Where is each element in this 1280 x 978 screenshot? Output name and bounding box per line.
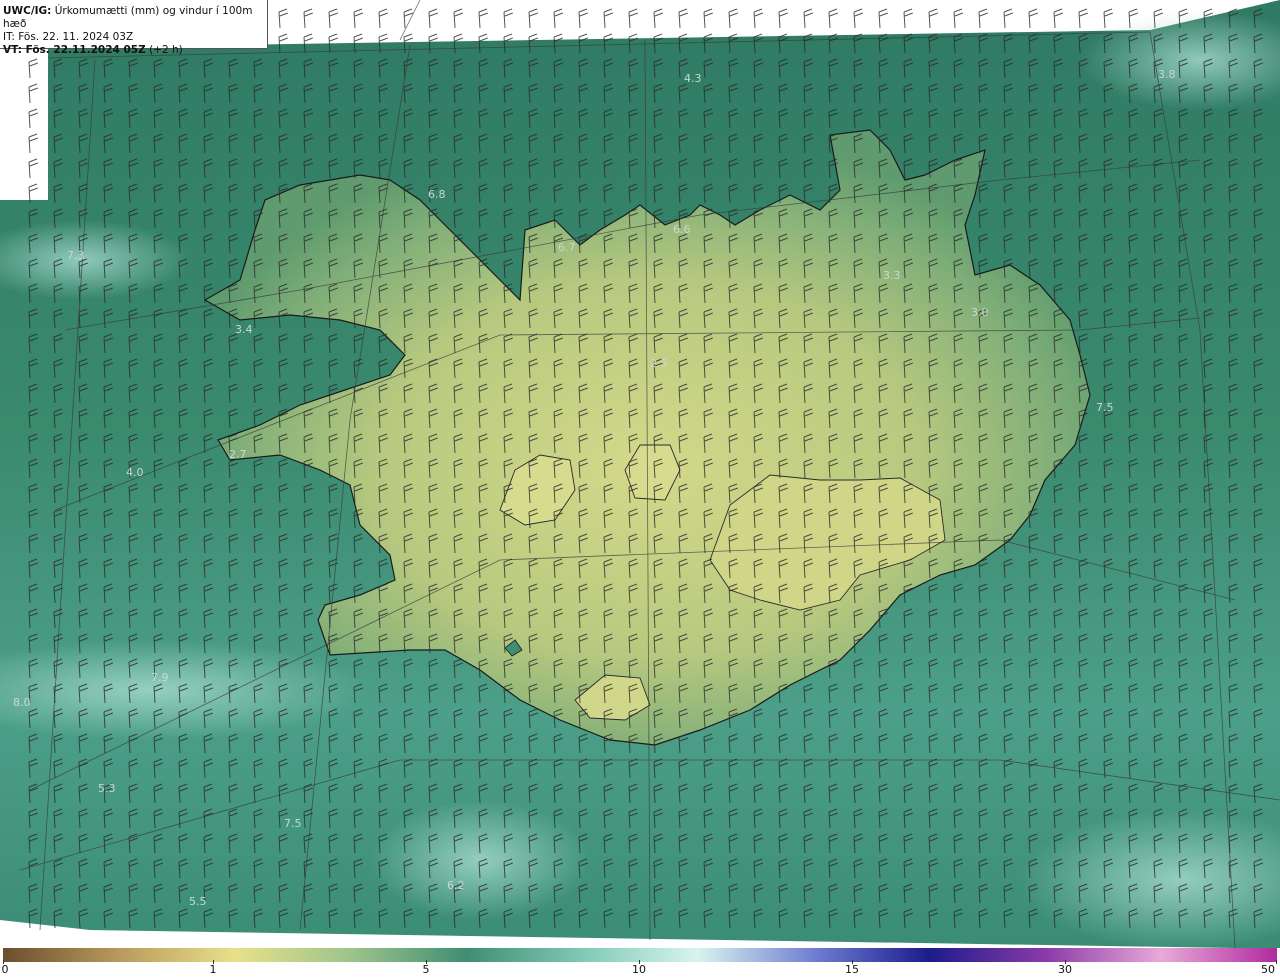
initial-time: IT: Fös. 22. 11. 2024 03Z xyxy=(3,31,134,43)
precip-value-label: 3.4 xyxy=(235,323,253,336)
precipitation-wind-map[interactable]: 4.3 3.8 6.8 7.3 6.7 6.6 3.3 3.0 3.4 2.5 … xyxy=(0,0,1280,948)
precip-value-label: 3.3 xyxy=(883,269,901,282)
colorbar-legend: 0 1 5 10 15 30 50 xyxy=(0,948,1280,978)
colorbar-strip xyxy=(3,948,1277,962)
precip-value-label: 6.6 xyxy=(673,223,691,236)
wind-barb xyxy=(378,8,388,29)
wind-barb xyxy=(828,8,838,29)
wind-barb xyxy=(578,8,588,29)
wind-barb xyxy=(478,8,488,29)
wind-barb xyxy=(278,8,288,29)
precip-value-label: 3.0 xyxy=(971,306,989,319)
wind-barb xyxy=(653,8,663,29)
colorbar-tick-label: 30 xyxy=(1058,963,1072,976)
map-canvas: 4.3 3.8 6.8 7.3 6.7 6.6 3.3 3.0 3.4 2.5 … xyxy=(0,0,1280,948)
wind-barb xyxy=(553,8,563,29)
wind-barb xyxy=(328,8,338,29)
model-label: UWC/IG: xyxy=(3,5,52,17)
wind-barb xyxy=(1028,8,1038,29)
wind-barb xyxy=(728,8,738,29)
wind-barb xyxy=(1053,8,1063,29)
map-title-box: UWC/IG: Úrkomumætti (mm) og vindur í 100… xyxy=(0,0,268,56)
wind-barb xyxy=(353,8,363,29)
wind-barb xyxy=(878,8,888,29)
precip-value-label: 7.5 xyxy=(284,817,302,830)
colorbar-tick-label: 0 xyxy=(1,963,9,976)
wind-barb xyxy=(1078,8,1088,29)
precip-value-label: 5.5 xyxy=(189,895,207,908)
precip-value-label: 4.3 xyxy=(684,72,702,85)
wind-barb xyxy=(703,8,713,29)
wind-barb xyxy=(603,8,613,29)
wind-barb xyxy=(853,8,863,29)
wind-barb xyxy=(303,8,313,29)
wind-barb xyxy=(1003,8,1013,29)
colorbar-tick-label: 15 xyxy=(845,963,859,976)
colorbar-tick-label: 1 xyxy=(209,963,217,976)
forecast-offset: (+2 h) xyxy=(145,44,183,56)
precip-value-label: 6.8 xyxy=(428,188,446,201)
wind-barb xyxy=(528,8,538,29)
precip-value-label: 8.0 xyxy=(13,696,31,709)
wind-barb xyxy=(978,8,988,29)
wind-barb xyxy=(928,8,938,29)
colorbar-tick-label: 10 xyxy=(632,963,646,976)
wind-barb xyxy=(628,8,638,29)
precip-value-label: 6.7 xyxy=(558,241,576,254)
wind-barb xyxy=(753,8,763,29)
wind-barb xyxy=(803,8,813,29)
precip-value-label: 6.2 xyxy=(447,879,465,892)
precip-value-label: 7.5 xyxy=(1096,401,1114,414)
wind-barb xyxy=(453,8,463,29)
precip-value-label: 7.3 xyxy=(67,249,85,262)
wind-barb xyxy=(778,8,788,29)
colorbar-tick-label: 50 xyxy=(1261,963,1275,976)
precip-value-label: 7.9 xyxy=(151,671,169,684)
valid-time: VT: Fös. 22.11.2024 05Z xyxy=(3,44,146,56)
title-line-3: VT: Fös. 22.11.2024 05Z (+2 h) xyxy=(3,44,267,57)
wind-barb xyxy=(903,8,913,29)
wind-barb xyxy=(503,8,513,29)
precip-value-label: 4.0 xyxy=(126,466,144,479)
title-line-1: UWC/IG: Úrkomumætti (mm) og vindur í 100… xyxy=(3,5,267,31)
wind-barb xyxy=(1103,8,1113,29)
wind-barb xyxy=(403,8,413,29)
wind-barb xyxy=(953,8,963,29)
colorbar-tick-mark xyxy=(1276,960,1277,964)
precip-value-label: 2.5 xyxy=(650,357,668,370)
precip-value-label: 5.3 xyxy=(98,782,116,795)
precip-value-label: 3.8 xyxy=(1158,68,1176,81)
wind-barb xyxy=(678,8,688,29)
colorbar-tick-label: 5 xyxy=(422,963,430,976)
precip-value-label: 2.7 xyxy=(229,448,247,461)
wind-barb xyxy=(428,8,438,29)
